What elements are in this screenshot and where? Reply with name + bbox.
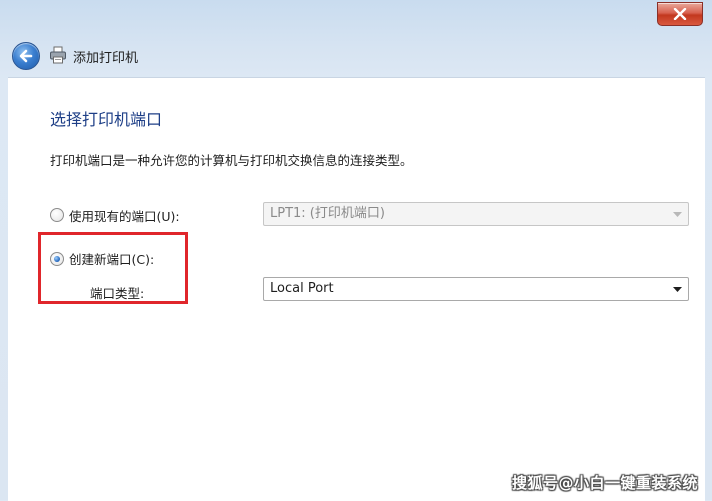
page-description: 打印机端口是一种允许您的计算机与打印机交换信息的连接类型。: [50, 153, 413, 168]
chevron-down-icon: [673, 287, 682, 292]
chevron-down-icon: [673, 212, 682, 217]
port-type-select[interactable]: Local Port: [263, 277, 689, 301]
existing-port-label[interactable]: 使用现有的端口(U):: [69, 206, 180, 225]
back-button[interactable]: [12, 42, 40, 70]
window-title: 添加打印机: [73, 51, 139, 66]
page-title: 选择打印机端口: [50, 110, 163, 129]
content-panel: 选择打印机端口 打印机端口是一种允许您的计算机与打印机交换信息的连接类型。 使用…: [8, 77, 705, 501]
red-highlight-box: [38, 232, 188, 304]
watermark-text: 搜狐号@小白一键重装系统: [512, 474, 699, 492]
window-frame: 添加打印机 选择打印机端口 打印机端口是一种允许您的计算机与打印机交换信息的连接…: [0, 0, 712, 501]
back-arrow-icon: [19, 49, 33, 63]
printer-icon: [50, 46, 66, 64]
close-button[interactable]: [657, 2, 703, 26]
existing-port-select[interactable]: LPT1: (打印机端口): [263, 202, 689, 226]
navigation-bar: 添加打印机: [0, 36, 712, 76]
existing-port-radio[interactable]: [50, 208, 64, 222]
port-type-select-value: Local Port: [270, 281, 334, 296]
existing-port-select-value: LPT1: (打印机端口): [270, 206, 385, 221]
close-icon: [673, 8, 687, 20]
